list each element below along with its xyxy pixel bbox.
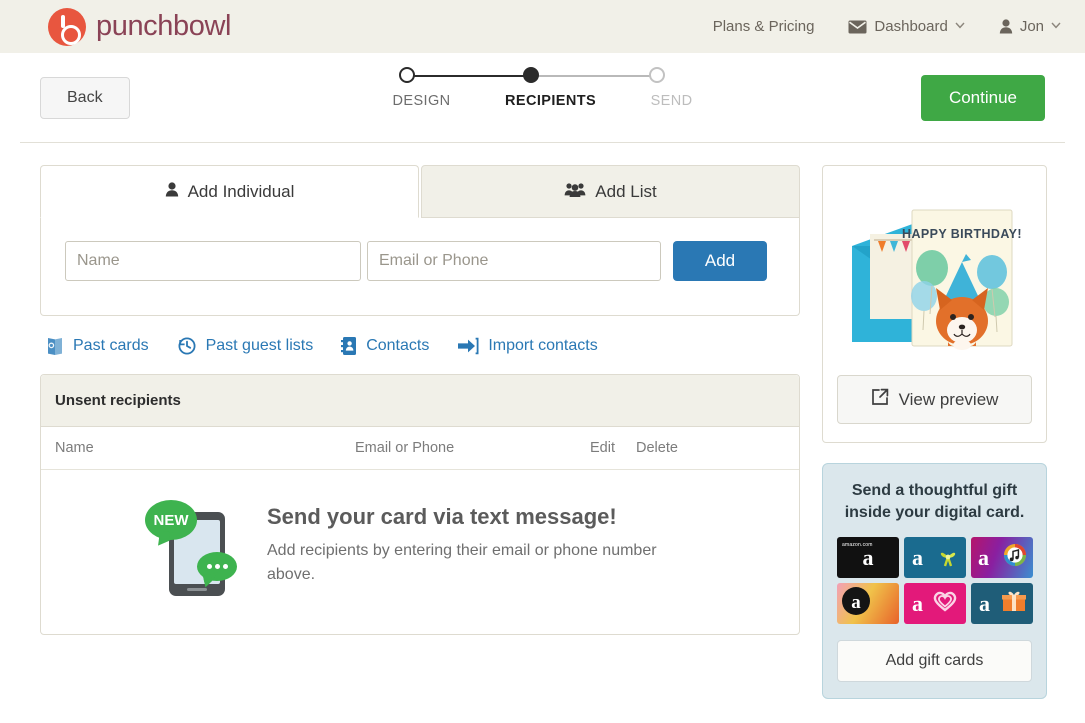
- sidebar: HAPPY BIRTHDAY! View preview Send a thou…: [822, 165, 1047, 700]
- tab-label: Add Individual: [187, 181, 295, 201]
- amazon-gift-card-heart[interactable]: a: [904, 583, 966, 625]
- quick-link-past-cards[interactable]: Past cards: [46, 336, 149, 356]
- tab-add-list[interactable]: Add List: [421, 165, 800, 218]
- column-header-edit: Edit: [590, 440, 615, 456]
- amazon-a-glyph: a: [912, 544, 923, 570]
- card-icon: [46, 336, 64, 356]
- amazon-gift-card-bow[interactable]: a: [904, 537, 966, 579]
- unsent-recipients-card: Unsent recipients Name Email or Phone Ed…: [40, 374, 800, 635]
- amazon-gift-card-present[interactable]: a: [971, 583, 1033, 625]
- gift-card-promo-panel: Send a thoughtful gift inside your digit…: [822, 463, 1047, 700]
- stepper-labels: DESIGN RECIPIENTS SEND: [393, 93, 693, 109]
- punchbowl-logo-icon: [48, 7, 86, 46]
- new-badge: NEW: [145, 500, 197, 540]
- add-gift-cards-button[interactable]: Add gift cards: [837, 640, 1032, 683]
- heart-icon: [932, 589, 958, 618]
- nav-item-account[interactable]: Jon: [999, 18, 1061, 35]
- stepper-dot-recipients[interactable]: [522, 67, 539, 83]
- ribbon-bow-icon: [937, 546, 959, 568]
- chevron-down-icon: [955, 21, 965, 32]
- stepper-segment-recipients-send: [532, 75, 659, 77]
- amazon-gift-card-floral[interactable]: a: [837, 583, 899, 625]
- column-header-contact: Email or Phone: [355, 440, 455, 456]
- amazon-a-glyph: a: [912, 590, 923, 616]
- column-header-delete: Delete: [636, 440, 678, 456]
- svg-text:a: a: [851, 592, 861, 613]
- stepper-dot-design[interactable]: [398, 67, 415, 83]
- view-preview-label: View preview: [898, 389, 999, 409]
- quick-link-import-contacts[interactable]: Import contacts: [457, 336, 598, 356]
- nav-item-plans-pricing[interactable]: Plans & Pricing: [713, 18, 815, 35]
- phone-home-bar: [187, 588, 207, 591]
- stepper-dot-send[interactable]: [648, 67, 665, 83]
- phone-text-message-icon: NEW: [145, 500, 245, 596]
- continue-button[interactable]: Continue: [920, 74, 1045, 121]
- person-icon: [165, 181, 179, 202]
- empty-state-text: Send your card via text message! Add rec…: [267, 504, 677, 587]
- quick-link-label: Past guest lists: [205, 337, 314, 354]
- recipients-table-header: Name Email or Phone Edit Delete: [41, 427, 799, 470]
- stepper-label-recipients[interactable]: RECIPIENTS: [505, 93, 596, 109]
- brand-logo[interactable]: punchbowl: [48, 7, 232, 46]
- brand-wordmark: punchbowl: [96, 10, 232, 42]
- envelope-icon: [848, 20, 867, 34]
- amazon-a-glyph: a: [862, 544, 874, 570]
- amazon-circle-badge: a: [841, 586, 871, 621]
- gift-promo-title: Send a thoughtful gift inside your digit…: [844, 482, 1025, 521]
- amazon-gift-card-black[interactable]: amazon.com a: [837, 537, 899, 579]
- contact-book-icon: [341, 336, 357, 356]
- recipient-source-tabs: Add Individual Add List: [40, 165, 800, 218]
- gift-card-thumbnails: amazon.com a a a a a a: [837, 537, 1033, 625]
- nav-item-label: Plans & Pricing: [712, 18, 815, 35]
- person-icon: [999, 19, 1013, 34]
- svg-text:HAPPY BIRTHDAY!: HAPPY BIRTHDAY!: [902, 227, 1022, 241]
- column-header-name: Name: [55, 440, 94, 456]
- empty-state-heading: Send your card via text message!: [267, 504, 617, 529]
- add-recipient-form: Add: [65, 241, 775, 281]
- quick-link-label: Past cards: [73, 337, 149, 354]
- clock-history-icon: [177, 336, 197, 356]
- header-nav: Plans & Pricing Dashboard Jon: [713, 18, 1061, 35]
- view-preview-button[interactable]: View preview: [837, 375, 1032, 424]
- card-preview-panel: HAPPY BIRTHDAY! View preview: [822, 165, 1047, 443]
- quick-link-contacts[interactable]: Contacts: [341, 336, 429, 356]
- quick-links: Past cards Past guest lists Contacts Imp…: [40, 316, 800, 374]
- wizard-bar: Back DESIGN RECIPIENTS SEND Continue: [20, 53, 1065, 143]
- name-input[interactable]: [65, 241, 361, 281]
- email-or-phone-input[interactable]: [367, 241, 661, 281]
- quick-link-label: Contacts: [366, 337, 430, 354]
- music-note-icon: [1002, 542, 1028, 573]
- amazon-a-glyph: a: [979, 590, 990, 616]
- add-individual-panel: Add: [40, 217, 800, 316]
- add-recipient-button[interactable]: Add: [673, 241, 767, 281]
- amazon-a-glyph: a: [978, 544, 989, 570]
- quick-link-label: Import contacts: [488, 337, 598, 354]
- unsent-recipients-title: Unsent recipients: [41, 375, 799, 427]
- recipients-empty-state: NEW Send your card via text message! Add…: [41, 470, 799, 634]
- main-column: Add Individual Add List Add: [40, 165, 800, 699]
- empty-state-body: Add recipients by entering their email o…: [267, 542, 657, 583]
- page-body: Add Individual Add List Add: [20, 143, 1065, 700]
- progress-stepper: DESIGN RECIPIENTS SEND: [393, 67, 693, 109]
- import-arrow-icon: [457, 336, 479, 356]
- chevron-down-icon: [1051, 21, 1061, 32]
- site-header: punchbowl Plans & Pricing Dashboard Jon: [0, 0, 1085, 53]
- tab-add-individual[interactable]: Add Individual: [40, 165, 419, 218]
- chat-bubble-icon: [197, 552, 237, 581]
- quick-link-past-guest-lists[interactable]: Past guest lists: [177, 336, 314, 356]
- gift-box-icon: [1001, 589, 1027, 618]
- external-link-icon: [871, 388, 889, 411]
- stepper-track: [393, 67, 693, 85]
- group-icon: [564, 182, 586, 202]
- back-button[interactable]: Back: [40, 76, 130, 119]
- stepper-segment-design-recipients: [408, 75, 529, 77]
- stepper-label-design[interactable]: DESIGN: [393, 93, 451, 109]
- stepper-label-send[interactable]: SEND: [651, 93, 693, 109]
- tab-label: Add List: [595, 181, 657, 201]
- amazon-gift-card-music[interactable]: a: [971, 537, 1033, 579]
- nav-item-label: Jon: [1019, 18, 1044, 35]
- nav-item-dashboard[interactable]: Dashboard: [848, 18, 965, 35]
- nav-item-label: Dashboard: [874, 18, 948, 35]
- birthday-fox-card-icon: HAPPY BIRTHDAY!: [837, 184, 1032, 359]
